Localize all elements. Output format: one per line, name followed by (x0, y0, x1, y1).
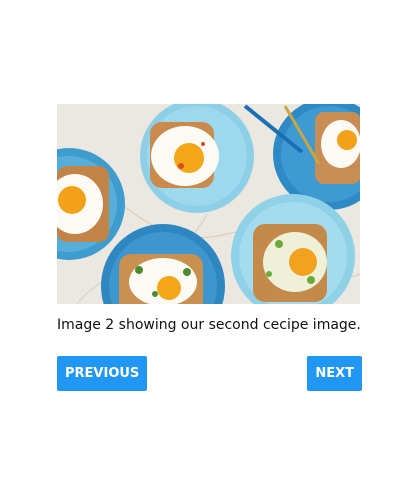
recipe-carousel: Image 2 showing our second cecipe image.… (57, 104, 362, 392)
slide-caption: Image 2 showing our second cecipe image. (57, 317, 361, 333)
next-button[interactable]: NEXT (307, 356, 362, 391)
previous-button[interactable]: PREVIOUS (57, 356, 148, 391)
carousel-controls: PREVIOUS NEXT (57, 356, 362, 392)
recipe-image (57, 104, 360, 304)
